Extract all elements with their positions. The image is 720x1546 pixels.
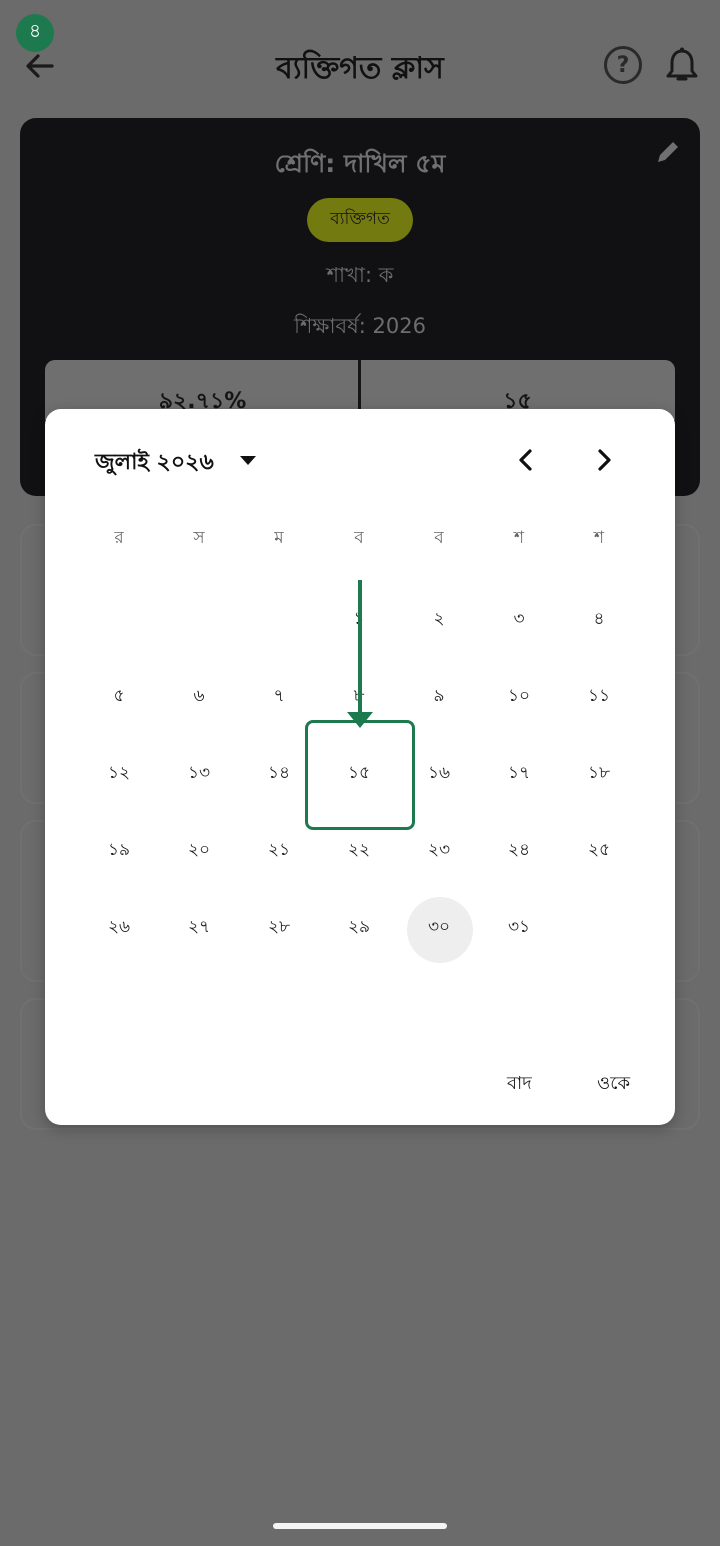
cancel-button[interactable]: বাদ	[507, 1069, 532, 1100]
annotation-arrow-icon	[347, 580, 373, 728]
month-year-label[interactable]: জুলাই ২০২৬	[95, 445, 214, 482]
calendar-day[interactable]: ২	[399, 581, 479, 658]
app-bar: ৪ ব্যক্তিগত ক্লাস ?	[0, 0, 720, 120]
weekday-label: স	[193, 528, 205, 548]
dropdown-caret-icon[interactable]	[237, 453, 259, 467]
calendar-day[interactable]: ৬	[159, 658, 239, 735]
calendar-day[interactable]: ৩১	[479, 889, 559, 966]
weekday-label: ব	[354, 528, 364, 548]
calendar-day[interactable]: ৩০	[399, 889, 479, 966]
weekday-label: শ	[513, 528, 525, 548]
calendar-day[interactable]: ৫	[79, 658, 159, 735]
class-name: শ্রেণি: দাখিল ৫ম	[274, 149, 446, 178]
section-label: শাখা: ক	[326, 263, 394, 287]
bell-icon[interactable]	[664, 46, 700, 84]
ok-button[interactable]: ওকে	[597, 1069, 630, 1100]
calendar-day[interactable]: ৪	[559, 581, 639, 658]
calendar-day[interactable]: ১১	[559, 658, 639, 735]
calendar-day[interactable]: ১৩	[159, 735, 239, 812]
calendar-day[interactable]: ২৬	[79, 889, 159, 966]
help-icon[interactable]: ?	[604, 46, 642, 84]
home-indicator[interactable]	[273, 1523, 447, 1529]
calendar-day[interactable]: ১০	[479, 658, 559, 735]
calendar-day[interactable]: ১৯	[79, 812, 159, 889]
chevron-left-icon[interactable]	[513, 445, 539, 475]
calendar-day[interactable]: ২৫	[559, 812, 639, 889]
calendar-day[interactable]: ২৪	[479, 812, 559, 889]
academic-year-label: শিক্ষাবর্ষ: 2026	[294, 314, 426, 338]
calendar-day[interactable]: ২০	[159, 812, 239, 889]
annotation-highlight-box	[305, 720, 415, 830]
weekday-label: ব	[434, 528, 444, 548]
weekday-label: শ	[593, 528, 605, 548]
calendar-day[interactable]: ২৭	[159, 889, 239, 966]
calendar-day[interactable]: ২৯	[319, 889, 399, 966]
weekday-header: রসমববশশ	[79, 525, 641, 561]
calendar-day[interactable]: ১৮	[559, 735, 639, 812]
calendar-day[interactable]: ১৭	[479, 735, 559, 812]
calendar-day[interactable]: ৩	[479, 581, 559, 658]
weekday-label: র	[114, 528, 124, 548]
calendar-day[interactable]: ১২	[79, 735, 159, 812]
calendar-day[interactable]: ২৮	[239, 889, 319, 966]
class-type-badge: ব্যক্তিগত	[307, 198, 413, 242]
weekday-label: ম	[274, 528, 284, 548]
chevron-right-icon[interactable]	[591, 445, 617, 475]
